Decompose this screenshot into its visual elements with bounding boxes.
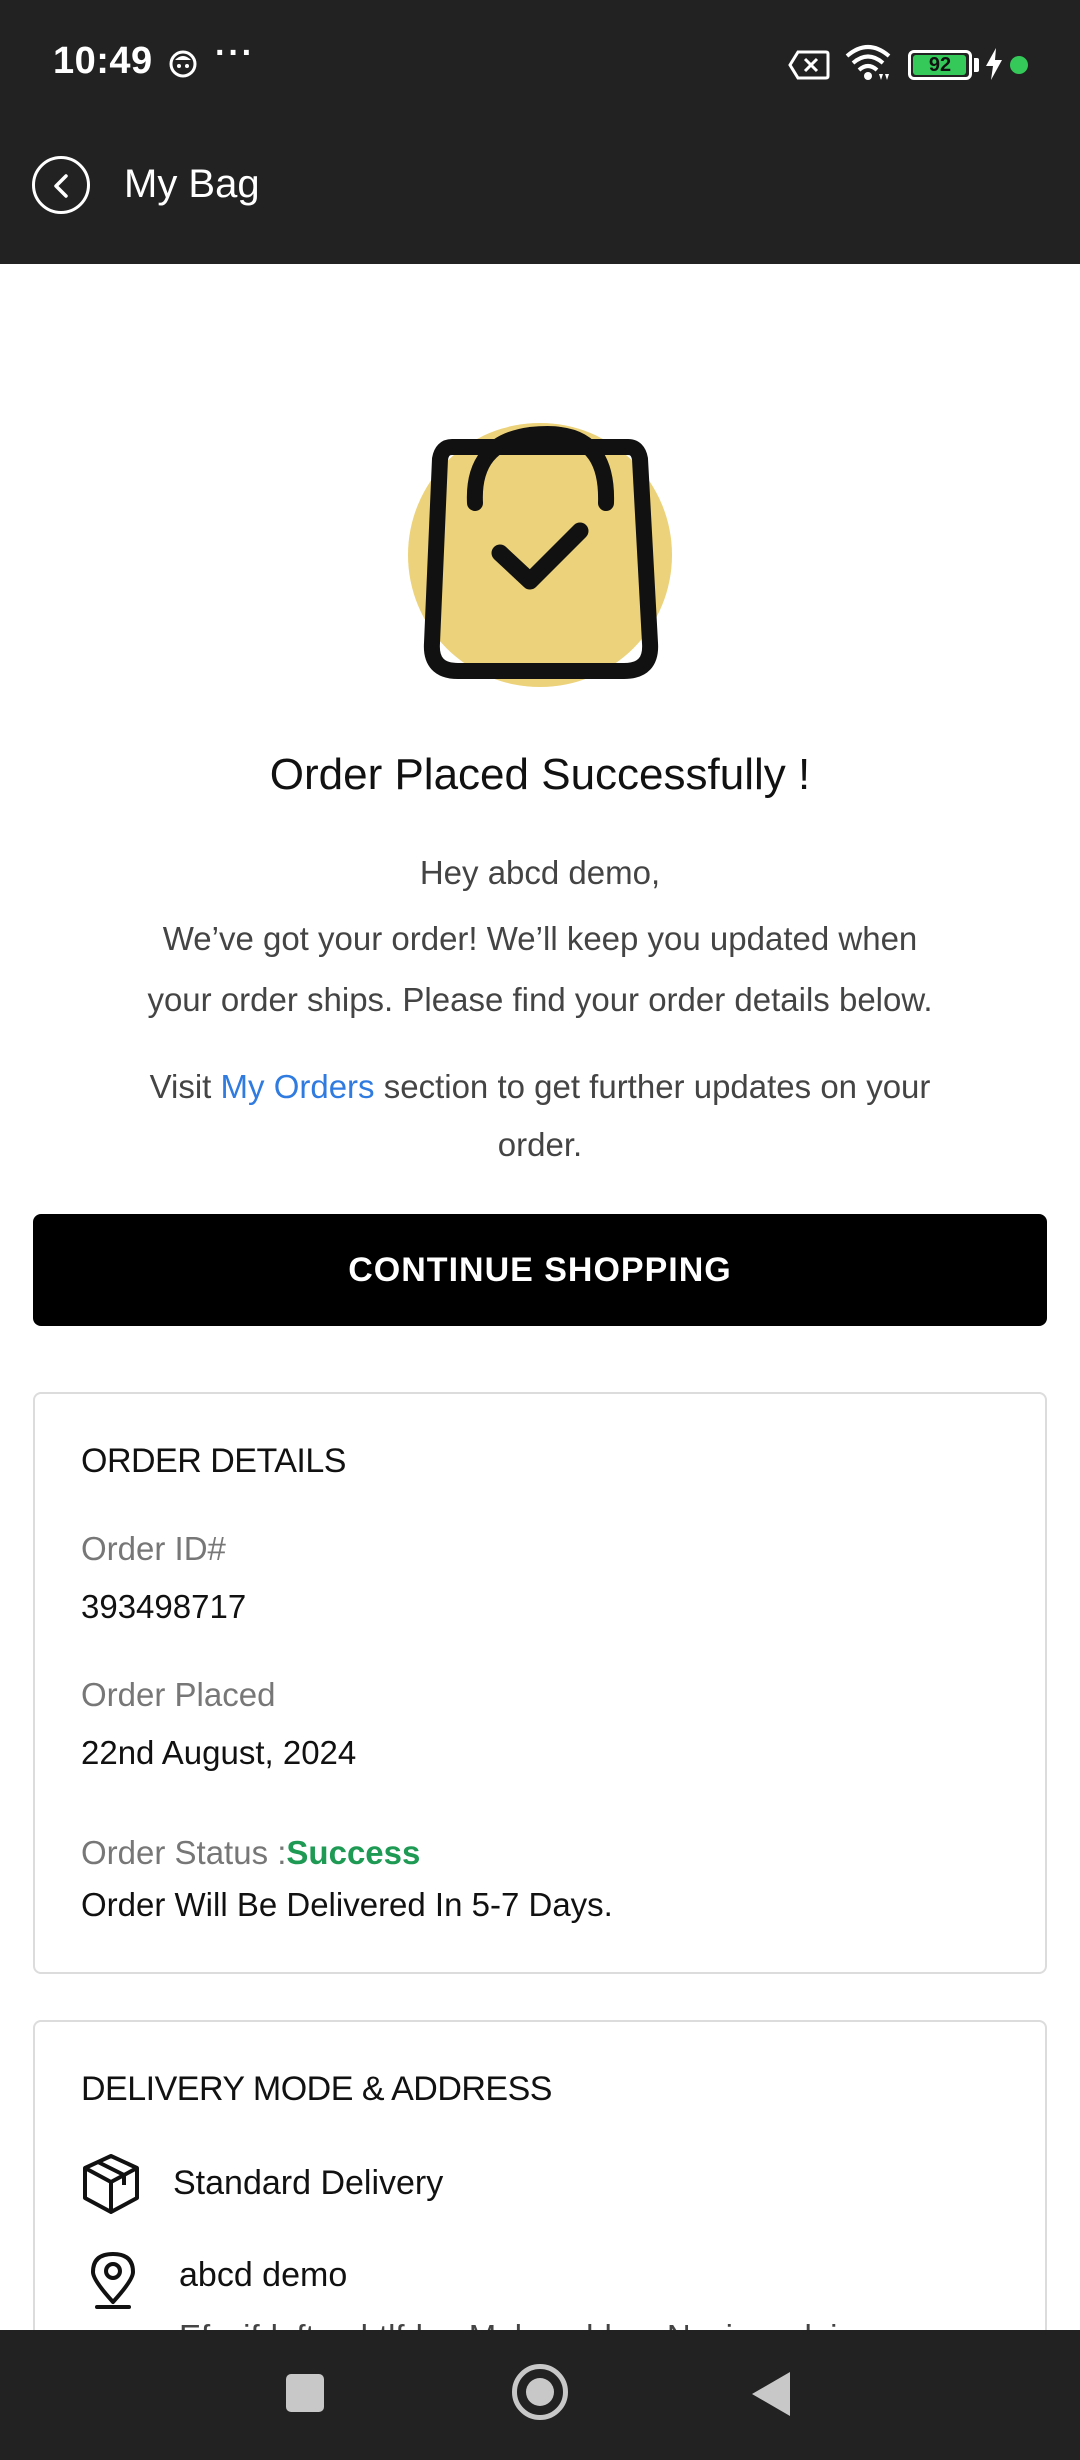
charging-bolt-icon [986, 48, 1002, 80]
order-placed-value: 22nd August, 2024 [81, 1734, 357, 1771]
visit-orders-text: Visit My Orders section to get further u… [110, 1058, 970, 1174]
message-line: your order ships. Please find your order… [147, 981, 933, 1018]
location-pin-icon [91, 2252, 135, 2309]
delivery-title: DELIVERY MODE & ADDRESS [81, 2070, 552, 2108]
order-placed-label: Order Placed [81, 1676, 276, 1713]
face-icon [169, 50, 197, 78]
chevron-left-icon [54, 174, 68, 198]
battery-icon: 92 [908, 50, 972, 80]
battery-level: 92 [928, 54, 952, 76]
order-details-title: ORDER DETAILS [81, 1442, 346, 1480]
message-line: We’ve got your order! We’ll keep you upd… [162, 920, 918, 957]
recents-button[interactable] [286, 2374, 324, 2412]
confirmation-message: We’ve got your order! We’ll keep you upd… [100, 908, 980, 1030]
status-icons: 92 [780, 0, 1080, 130]
app-header: My Bag [0, 130, 1080, 264]
delivery-estimate: Order Will Be Delivered In 5-7 Days. [81, 1886, 613, 1923]
greeting-text: Hey abcd demo, [419, 854, 661, 891]
order-status-label: Order Status : [81, 1834, 287, 1871]
my-orders-link[interactable]: My Orders [221, 1068, 375, 1105]
status-time: 10:49 [53, 40, 153, 82]
order-details-card: ORDER DETAILS Order ID# 393498717 Order … [33, 1392, 1047, 1974]
shopping-bag-check-icon [408, 423, 672, 687]
page-title: My Bag [124, 162, 260, 206]
continue-shopping-button[interactable]: CONTINUE SHOPPING [33, 1214, 1047, 1326]
sim-icon [788, 50, 830, 80]
order-id-value: 393498717 [81, 1588, 247, 1625]
address-name: abcd demo [179, 2256, 348, 2294]
status-bar: 10:49 ··· 92 [0, 0, 1080, 130]
home-button[interactable] [512, 2364, 568, 2420]
wifi-icon [845, 45, 891, 80]
order-status-value: Success [286, 1834, 421, 1871]
back-button[interactable] [32, 156, 90, 214]
system-nav-bar [0, 2330, 1080, 2460]
package-icon [83, 2154, 139, 2214]
status-dot [1010, 56, 1028, 74]
system-back-button[interactable] [752, 2372, 790, 2416]
success-title: Order Placed Successfully ! [269, 750, 811, 799]
order-status-row: Order Status :Success [81, 1834, 420, 1872]
delivery-mode: Standard Delivery [173, 2164, 444, 2202]
more-notifications-indicator: ··· [215, 34, 255, 72]
visit-suffix: section to get further updates on your o… [374, 1068, 931, 1163]
order-id-label: Order ID# [81, 1530, 226, 1567]
visit-prefix: Visit [149, 1068, 221, 1105]
